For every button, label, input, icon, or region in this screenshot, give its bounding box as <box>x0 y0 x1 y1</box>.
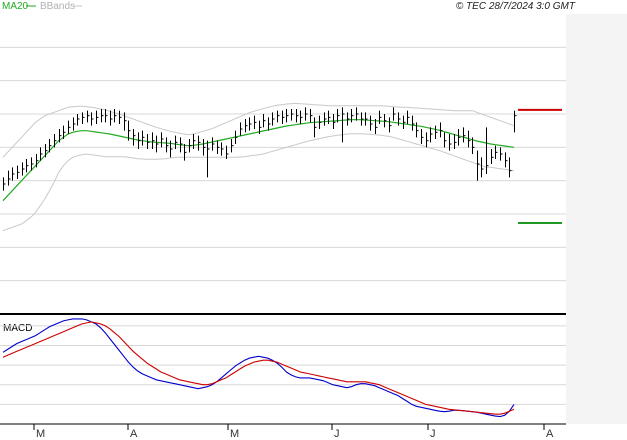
macd-title: MACD <box>3 323 32 334</box>
x-tick-label: M <box>230 428 239 440</box>
axis-gutter <box>566 14 627 424</box>
x-tick-label: M <box>36 428 45 440</box>
x-axis: MAMJJA <box>33 424 554 440</box>
x-tick-label: J <box>334 428 340 440</box>
x-tick-label: J <box>430 428 436 440</box>
x-tick-label: A <box>130 428 138 440</box>
macd-line <box>2 318 515 418</box>
legend-bbands: BBands <box>40 1 75 12</box>
signal-line <box>2 321 515 415</box>
stock-chart: MA20 BBands © TEC 28/7/2024 3:0 GMT 211.… <box>0 1 627 440</box>
macd-lines <box>2 318 515 418</box>
copyright-text: © TEC 28/7/2024 3:0 GMT <box>456 1 576 12</box>
x-tick-label: A <box>546 428 554 440</box>
legend-ma20: MA20 <box>2 1 29 12</box>
